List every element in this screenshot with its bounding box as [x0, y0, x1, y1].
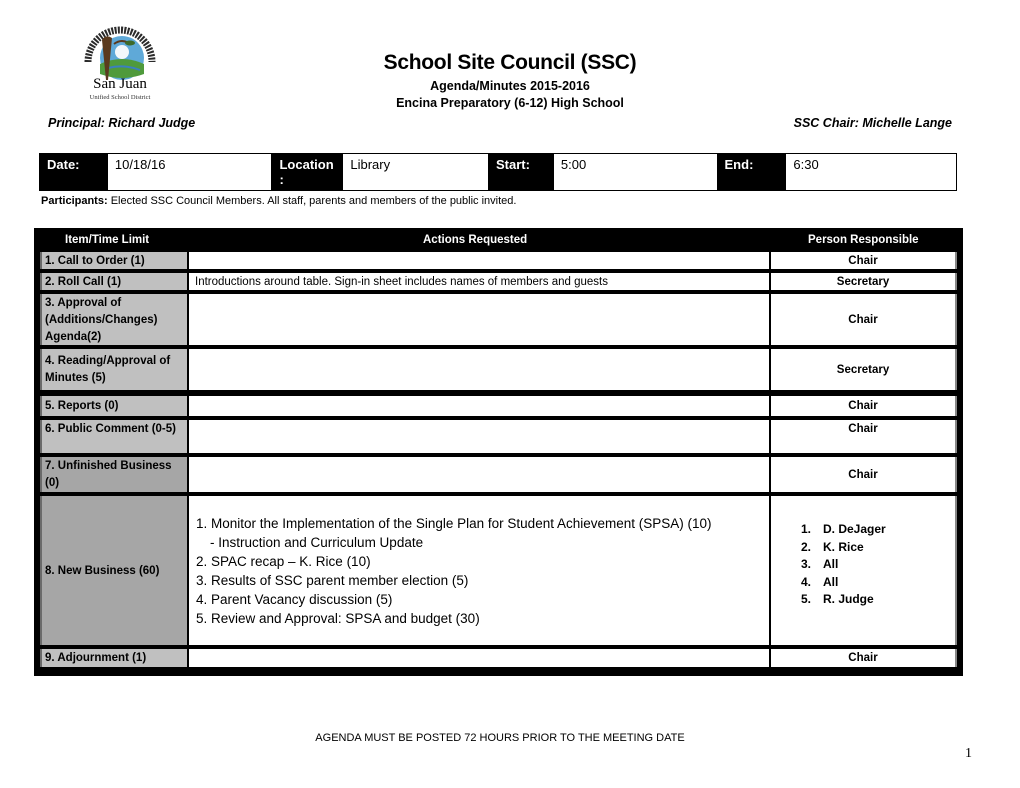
- person-cell: 1. D. DeJager 2. K. Rice 3. All 4. All 5. R. …: [771, 496, 957, 645]
- district-logo: [78, 24, 162, 116]
- table-row: 3. Approval of (Additions/Changes) Agend…: [40, 294, 957, 345]
- person-name: All: [823, 574, 839, 589]
- column-header-item: Item/Time Limit: [65, 234, 150, 246]
- person-line: 4. All: [801, 574, 955, 592]
- district-name: San Juan: [93, 76, 147, 92]
- item-text: 5. Reports (0): [45, 400, 119, 412]
- page-title: School Site Council (SSC): [383, 51, 637, 74]
- action-cell: [189, 420, 769, 453]
- person-name: R. Judge: [823, 592, 874, 606]
- start-label: Start:: [489, 154, 553, 190]
- date-label: Date:: [40, 154, 107, 190]
- table-row: 4. Reading/Approval of Minutes (5) Secre…: [40, 349, 957, 390]
- location-label: Location :: [272, 154, 343, 190]
- person-cell: Chair: [771, 396, 957, 416]
- table-row: 6. Public Comment (0-5) Chair: [40, 420, 957, 453]
- item-text: 4. Reading/Approval of Minutes (5): [45, 355, 171, 384]
- person-cell: Chair: [771, 457, 957, 492]
- person-line: 5. R. Judge: [801, 591, 955, 609]
- page-number: 1: [965, 746, 972, 761]
- table-row: 5. Reports (0) Chair: [40, 396, 957, 416]
- participants-note: Participants: Elected SSC Council Member…: [41, 195, 516, 207]
- item-text: 9. Adjournment (1): [45, 652, 147, 664]
- person-text: Chair: [848, 468, 878, 481]
- district-subtitle: Unified School District: [89, 94, 151, 101]
- person-number: 4.: [801, 574, 812, 589]
- column-header-actions: Actions Requested: [423, 234, 528, 246]
- table-row: 1. Call to Order (1) Chair: [40, 252, 957, 269]
- table-row: 7. Unfinished Business (0) Chair: [40, 457, 957, 492]
- item-cell: 4. Reading/Approval of Minutes (5): [40, 349, 187, 390]
- principal-name: Principal: Richard Judge: [48, 116, 196, 130]
- table-row: 8. New Business (60) 1. Monitor the Impl…: [40, 496, 957, 645]
- person-number: 3.: [801, 557, 812, 571]
- location-value: Library: [342, 154, 490, 190]
- item-cell: 9. Adjournment (1): [40, 649, 187, 667]
- action-line: 4. Parent Vacancy discussion (5): [196, 592, 393, 607]
- person-text: Chair: [848, 400, 878, 412]
- person-line: 2. K. Rice: [801, 539, 955, 557]
- action-cell: [189, 457, 769, 492]
- item-cell: 1. Call to Order (1): [40, 252, 187, 269]
- item-cell: 5. Reports (0): [40, 396, 187, 416]
- action-cell: [189, 349, 769, 390]
- person-text: Chair: [848, 313, 878, 326]
- action-line: 2. SPAC recap – K. Rice (10): [196, 554, 371, 569]
- participants-text: Elected SSC Council Members. All staff, …: [107, 195, 517, 207]
- person-line: 1. D. DeJager: [801, 521, 955, 539]
- item-text: 8. New Business (60): [45, 564, 160, 577]
- table-row: 2. Roll Call (1) Introductions around ta…: [40, 273, 957, 290]
- action-cell: [189, 396, 769, 416]
- person-number: 1.: [801, 522, 812, 536]
- person-cell: Secretary: [771, 349, 957, 390]
- school-name: Encina Preparatory (6-12) High School: [396, 96, 624, 110]
- item-cell: 2. Roll Call (1): [40, 273, 187, 290]
- participants-label: Participants:: [41, 195, 108, 207]
- item-cell: 8. New Business (60): [40, 496, 187, 645]
- action-cell: 1. Monitor the Implementation of the Sin…: [189, 496, 769, 645]
- date-value: 10/18/16: [106, 154, 273, 190]
- item-cell: 7. Unfinished Business (0): [40, 457, 187, 492]
- action-line: 5. Review and Approval: SPSA and budget …: [196, 611, 480, 626]
- person-name: All: [823, 557, 839, 571]
- action-cell: Introductions around table. Sign-in shee…: [189, 273, 769, 290]
- location-label-text: Location: [279, 157, 334, 172]
- person-number: 2.: [801, 539, 812, 554]
- posting-notice: AGENDA MUST BE POSTED 72 HOURS PRIOR TO …: [315, 732, 685, 744]
- action-line: 1. Monitor the Implementation of the Sin…: [196, 516, 712, 531]
- end-label: End:: [717, 154, 786, 190]
- person-name: D. DeJager: [823, 522, 886, 536]
- person-text: Chair: [848, 652, 878, 664]
- person-cell: Chair: [771, 252, 957, 269]
- person-cell: Secretary: [771, 273, 957, 290]
- page-subtitle: Agenda/Minutes 2015-2016: [430, 79, 590, 93]
- start-value: 5:00: [552, 154, 718, 190]
- action-cell: [189, 294, 769, 345]
- item-cell: 3. Approval of (Additions/Changes) Agend…: [40, 294, 187, 345]
- logo-emblem-icon: [84, 26, 156, 80]
- person-number: 5.: [801, 592, 812, 606]
- item-cell: 6. Public Comment (0-5): [40, 420, 187, 453]
- person-name: K. Rice: [823, 539, 864, 554]
- new-business-persons: 1. D. DeJager 2. K. Rice 3. All 4. All 5. R. …: [771, 497, 955, 609]
- person-cell: Chair: [771, 649, 957, 667]
- person-cell: Chair: [771, 420, 957, 453]
- person-line: 3. All: [801, 556, 955, 574]
- person-text: Secretary: [836, 363, 890, 376]
- action-line: 3. Results of SSC parent member election…: [196, 573, 469, 588]
- chair-name: SSC Chair: Michelle Lange: [793, 116, 952, 130]
- table-row: 9. Adjournment (1) Chair: [40, 649, 957, 667]
- action-line: - Instruction and Curriculum Update: [210, 535, 424, 550]
- action-cell: [189, 649, 769, 667]
- new-business-actions: 1. Monitor the Implementation of the Sin…: [196, 514, 769, 628]
- location-label-colon: :: [279, 172, 284, 187]
- action-cell: [189, 252, 769, 269]
- meeting-info-table: Date: 10/18/16 Location : Library Start:…: [39, 153, 957, 191]
- person-cell: Chair: [771, 294, 957, 345]
- agenda-table: Item/Time Limit Actions Requested Person…: [34, 228, 963, 676]
- column-header-person: Person Responsible: [808, 234, 919, 246]
- end-value: 6:30: [785, 154, 956, 190]
